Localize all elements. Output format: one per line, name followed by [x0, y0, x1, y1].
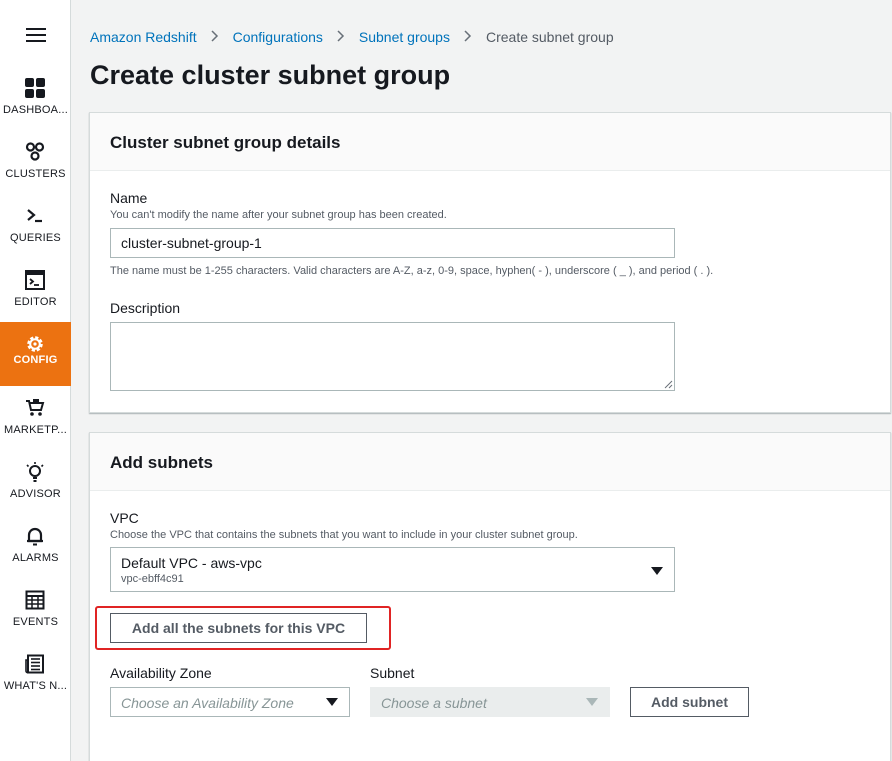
terminal-prompt-icon [27, 209, 42, 223]
add-subnet-button[interactable]: Add subnet [630, 687, 749, 717]
subnet-group-details-panel: Cluster subnet group details Name You ca… [89, 112, 891, 413]
sidebar-item-config[interactable]: CONFIG [0, 322, 71, 386]
sidebar-item-whats-new[interactable]: WHAT'S N... [0, 654, 71, 718]
name-hint: You can't modify the name after your sub… [110, 209, 447, 221]
lightbulb-icon [26, 462, 44, 482]
panel-title: Add subnets [110, 453, 213, 472]
caret-down-icon [326, 698, 338, 706]
sidebar-item-marketplace[interactable]: MARKETP... [0, 398, 71, 462]
name-label: Name [110, 190, 148, 206]
sidebar-item-dashboard[interactable]: DASHBOA... [0, 78, 71, 142]
vpc-label: VPC [110, 510, 139, 526]
highlight-box [95, 606, 391, 650]
sidebar-item-label: EDITOR [14, 296, 57, 308]
sidebar-item-label: CLUSTERS [5, 168, 66, 180]
sidebar-item-label: MARKETP... [4, 424, 67, 436]
panel-header: Cluster subnet group details [90, 113, 890, 171]
subnet-label: Subnet [370, 665, 415, 681]
chevron-right-icon [197, 29, 233, 45]
bell-icon [27, 527, 43, 546]
gear-icon [27, 336, 43, 352]
sidebar-item-label: ADVISOR [10, 488, 61, 500]
panel-title: Cluster subnet group details [110, 133, 341, 152]
vpc-selected-value: Default VPC - aws-vpc [121, 555, 262, 571]
breadcrumb-configurations[interactable]: Configurations [233, 29, 323, 45]
vpc-hint: Choose the VPC that contains the subnets… [110, 529, 578, 541]
availability-zone-label: Availability Zone [110, 665, 212, 681]
availability-zone-placeholder: Choose an Availability Zone [121, 695, 294, 711]
chevron-right-icon [323, 29, 359, 45]
hamburger-menu-icon[interactable] [26, 26, 48, 44]
sidebar-item-queries[interactable]: QUERIES [0, 206, 71, 270]
sidebar-item-events[interactable]: EVENTS [0, 590, 71, 654]
description-textarea[interactable] [110, 322, 675, 391]
sidebar-item-clusters[interactable]: CLUSTERS [0, 142, 71, 206]
sidebar-item-label: EVENTS [12, 616, 59, 628]
dashboard-icon [25, 78, 45, 98]
name-constraint-hint: The name must be 1-255 characters. Valid… [110, 265, 714, 277]
calendar-icon [25, 590, 45, 610]
subnet-placeholder: Choose a subnet [381, 695, 487, 711]
editor-icon [25, 270, 45, 290]
chevron-right-icon [450, 29, 486, 45]
sidebar-item-advisor[interactable]: ADVISOR [0, 462, 71, 526]
availability-zone-select[interactable]: Choose an Availability Zone [110, 687, 350, 717]
panel-header: Add subnets [90, 433, 890, 491]
caret-down-icon [586, 698, 598, 706]
page-title: Create cluster subnet group [90, 60, 451, 90]
description-label: Description [110, 300, 181, 316]
name-input[interactable] [110, 228, 675, 258]
sidebar-item-label: ALARMS [12, 552, 59, 564]
clusters-icon [25, 142, 45, 161]
subnet-select: Choose a subnet [370, 687, 610, 717]
resize-handle-icon[interactable] [663, 379, 673, 389]
vpc-id: vpc-ebff4c91 [121, 573, 184, 585]
vpc-select[interactable]: Default VPC - aws-vpc vpc-ebff4c91 [110, 547, 675, 592]
breadcrumb: Amazon Redshift Configurations Subnet grou… [90, 29, 614, 45]
caret-down-icon [651, 567, 663, 575]
shopping-cart-icon [26, 399, 45, 416]
sidebar-item-label: QUERIES [10, 232, 61, 244]
sidebar-item-label: WHAT'S N... [3, 680, 68, 692]
add-subnets-panel: Add subnets VPC Choose the VPC that cont… [89, 432, 891, 761]
breadcrumb-current: Create subnet group [485, 29, 614, 45]
newspaper-icon [25, 654, 44, 674]
sidebar-item-label: DASHBOA... [3, 104, 68, 116]
sidebar-item-label: CONFIG [13, 354, 58, 366]
sidebar: DASHBOA... CLUSTERS QUERIES EDITOR CONFI… [0, 0, 71, 761]
breadcrumb-subnet-groups[interactable]: Subnet groups [359, 29, 450, 45]
sidebar-item-alarms[interactable]: ALARMS [0, 526, 71, 590]
breadcrumb-amazon-redshift[interactable]: Amazon Redshift [90, 29, 197, 45]
